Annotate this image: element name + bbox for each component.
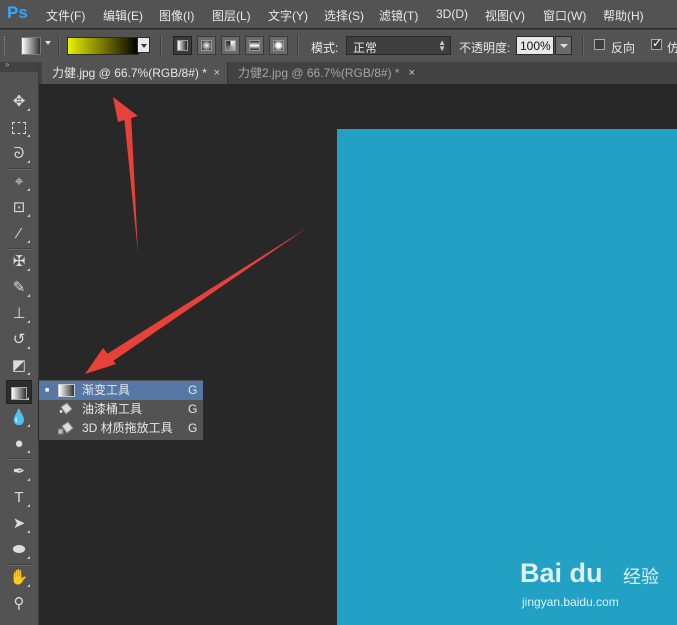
marquee-tool-icon[interactable] bbox=[6, 116, 32, 140]
menu-select[interactable]: 选择(S) bbox=[324, 7, 364, 24]
linear-gradient-button[interactable] bbox=[173, 36, 192, 55]
gradient-icon bbox=[58, 383, 75, 397]
crop-tool-icon[interactable]: ⊡ bbox=[6, 196, 32, 220]
brush-tool-icon[interactable]: ✎ bbox=[6, 276, 32, 300]
flyout-item-label: 油漆桶工具 bbox=[82, 402, 143, 416]
opacity-input[interactable]: 100% bbox=[516, 36, 554, 55]
opacity-label: 不透明度: bbox=[459, 41, 511, 55]
flyout-item-paint-bucket[interactable]: 油漆桶工具 G bbox=[39, 400, 203, 419]
blur-tool-icon[interactable]: 💧 bbox=[6, 406, 32, 430]
baidu-jingyan-watermark: Bai du 经验 jingyan.baidu.com bbox=[520, 558, 670, 618]
tools-panel-header[interactable]: » bbox=[0, 60, 38, 72]
mode-label: 模式: bbox=[311, 41, 339, 55]
ellipse-tool-icon[interactable]: ⬬ bbox=[6, 538, 32, 562]
options-grip[interactable] bbox=[4, 36, 8, 56]
dither-checkbox[interactable] bbox=[651, 36, 662, 50]
paint-bucket-icon bbox=[58, 402, 75, 416]
tool-preset-dropdown-icon[interactable] bbox=[45, 41, 51, 45]
reverse-label: 反向 bbox=[611, 41, 636, 55]
menu-image[interactable]: 图像(I) bbox=[159, 7, 194, 24]
gradient-picker-dropdown[interactable] bbox=[137, 37, 150, 53]
healing-brush-tool-icon[interactable]: ✠ bbox=[6, 250, 32, 274]
photoshop-logo: Ps bbox=[7, 3, 28, 22]
watermark-product: 经验 bbox=[623, 567, 659, 587]
3d-material-drop-icon bbox=[57, 421, 75, 435]
document-canvas[interactable] bbox=[337, 129, 677, 625]
opacity-slider-dropdown[interactable] bbox=[555, 36, 572, 55]
options-divider bbox=[297, 35, 299, 57]
flyout-item-label: 渐变工具 bbox=[82, 383, 131, 397]
menu-view[interactable]: 视图(V) bbox=[485, 7, 525, 24]
path-select-tool-icon[interactable]: ➤ bbox=[6, 512, 32, 536]
close-icon[interactable]: × bbox=[214, 62, 220, 84]
options-divider bbox=[58, 35, 60, 57]
reverse-checkbox[interactable] bbox=[594, 39, 605, 50]
collapse-icon[interactable]: » bbox=[5, 60, 10, 69]
quick-select-tool-icon[interactable]: ⌖ bbox=[6, 170, 32, 194]
radial-gradient-button[interactable] bbox=[197, 36, 216, 55]
tab-label: 力健.jpg @ 66.7%(RGB/8#) * bbox=[52, 66, 207, 80]
tab-document-1[interactable]: 力健.jpg @ 66.7%(RGB/8#) * × bbox=[42, 62, 228, 84]
reflected-gradient-button[interactable] bbox=[245, 36, 264, 55]
watermark-brand: Bai du bbox=[520, 558, 603, 588]
menu-file[interactable]: 文件(F) bbox=[46, 7, 85, 24]
lasso-tool-icon[interactable]: ᘐ bbox=[6, 142, 32, 166]
shortcut-key: G bbox=[188, 383, 198, 397]
dither-label: 仿 bbox=[667, 41, 677, 55]
tab-document-2[interactable]: 力健2.jpg @ 66.7%(RGB/8#) * × bbox=[228, 62, 422, 84]
history-brush-tool-icon[interactable]: ↺ bbox=[6, 328, 32, 352]
eyedropper-tool-icon[interactable]: ⁄ bbox=[6, 222, 32, 246]
type-tool-icon[interactable]: T bbox=[6, 486, 32, 510]
eraser-tool-icon[interactable]: ◩ bbox=[6, 354, 32, 378]
menu-3d[interactable]: 3D(D) bbox=[436, 7, 468, 21]
menu-bar: Ps 文件(F) 编辑(E) 图像(I) 图层(L) 文字(Y) 选择(S) 滤… bbox=[0, 0, 677, 28]
menu-window[interactable]: 窗口(W) bbox=[543, 7, 586, 24]
options-divider bbox=[160, 35, 162, 57]
hand-tool-icon[interactable]: ✋ bbox=[6, 566, 32, 590]
pen-tool-icon[interactable]: ✒ bbox=[6, 460, 32, 484]
blend-mode-value: 正常 bbox=[353, 41, 378, 55]
blend-mode-select[interactable]: 正常 ▲ ▼ bbox=[346, 36, 451, 55]
document-tab-bar: 力健.jpg @ 66.7%(RGB/8#) * × 力健2.jpg @ 66.… bbox=[39, 62, 677, 84]
gradient-tool-icon[interactable] bbox=[6, 380, 32, 404]
shortcut-key: G bbox=[188, 402, 198, 416]
flyout-item-3d-material-drop[interactable]: 3D 材质拖放工具 G bbox=[39, 419, 203, 438]
move-tool-icon[interactable]: ✥ bbox=[6, 90, 32, 114]
tool-preset-picker[interactable] bbox=[21, 37, 41, 55]
zoom-tool-icon[interactable]: ⚲ bbox=[6, 592, 32, 616]
menu-help[interactable]: 帮助(H) bbox=[603, 7, 644, 24]
tab-label: 力健2.jpg @ 66.7%(RGB/8#) * bbox=[238, 66, 400, 80]
menu-type[interactable]: 文字(Y) bbox=[268, 7, 308, 24]
options-divider bbox=[582, 35, 584, 57]
diamond-gradient-button[interactable] bbox=[269, 36, 288, 55]
watermark-url: jingyan.baidu.com bbox=[522, 595, 619, 609]
close-icon[interactable]: × bbox=[409, 62, 415, 84]
tools-panel: » ✥ ᘐ ⌖ ⊡ ⁄ ✠ ✎ ⊥ ↺ ◩ 💧 ● ✒ T ➤ ⬬ ✋ ⚲ bbox=[0, 60, 39, 625]
flyout-item-gradient[interactable]: ■ 渐变工具 G bbox=[39, 381, 203, 400]
selected-bullet-icon: ■ bbox=[45, 387, 50, 394]
shortcut-key: G bbox=[188, 421, 198, 435]
gradient-editor-swatch[interactable] bbox=[67, 37, 139, 55]
updown-caret-icon: ▲ ▼ bbox=[438, 38, 446, 53]
menu-layer[interactable]: 图层(L) bbox=[212, 7, 251, 24]
menu-edit[interactable]: 编辑(E) bbox=[103, 7, 143, 24]
clone-stamp-tool-icon[interactable]: ⊥ bbox=[6, 302, 32, 326]
gradient-tool-flyout: ■ 渐变工具 G 油漆桶工具 G 3D 材质拖放工具 G bbox=[38, 379, 204, 441]
dodge-tool-icon[interactable]: ● bbox=[6, 432, 32, 456]
flyout-item-label: 3D 材质拖放工具 bbox=[82, 421, 173, 435]
angle-gradient-button[interactable] bbox=[221, 36, 240, 55]
options-bar: 模式: 正常 ▲▼ 不透明度: 100% 反向 仿 bbox=[0, 29, 677, 63]
menu-filter[interactable]: 滤镜(T) bbox=[379, 7, 418, 24]
